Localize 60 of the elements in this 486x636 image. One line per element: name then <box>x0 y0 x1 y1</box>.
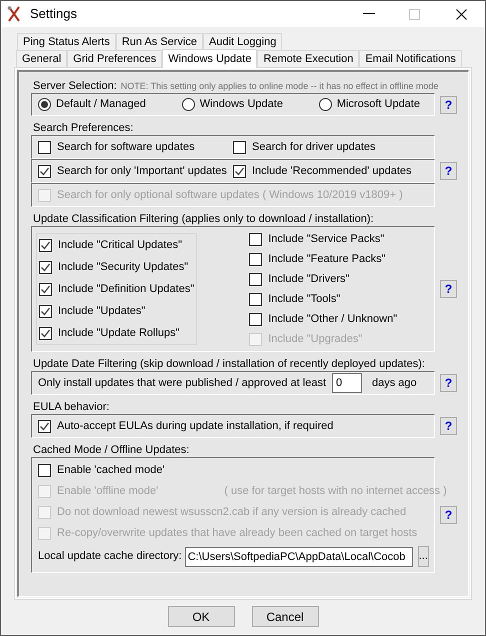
tab[interactable]: Windows Update <box>162 49 258 68</box>
help-button[interactable]: ? <box>440 417 457 435</box>
checkbox[interactable]: Include "Critical Updates" <box>39 237 182 253</box>
days-suffix: days ago <box>372 376 417 391</box>
checkbox[interactable]: Search for driver updates <box>233 139 376 155</box>
window-title: Settings <box>30 5 77 24</box>
section-heading: Search Preferences: <box>33 121 134 136</box>
help-button[interactable]: ? <box>440 506 457 524</box>
checkmark-icon <box>40 306 51 316</box>
minimize-icon[interactable] <box>363 13 375 15</box>
checkbox[interactable]: Include "Service Packs" <box>249 231 384 247</box>
section-heading: Update Date Filtering (skip download / installation of recently deployed updates): <box>33 357 425 372</box>
help-button[interactable]: ? <box>440 374 457 392</box>
checkmark-icon <box>234 166 245 176</box>
days-label: Only install updates that were published / approved at least <box>38 376 326 391</box>
close-icon[interactable] <box>456 8 467 20</box>
checkbox[interactable]: Include "Tools" <box>249 291 340 307</box>
section-note: NOTE: This setting only applies to online mode -- it has no effect in offline mode <box>120 80 438 93</box>
dialog-button[interactable]: Cancel <box>252 606 318 627</box>
checkbox[interactable]: Include "Definition Updates" <box>39 281 194 297</box>
tab[interactable]: Remote Execution <box>257 50 360 67</box>
checkbox[interactable]: Include 'Recommended' updates <box>233 163 412 179</box>
directory-label: Local update cache directory: <box>38 549 182 564</box>
radio-option[interactable]: Windows Update <box>182 96 283 113</box>
checkbox[interactable]: Include "Other / Unknown" <box>249 311 398 327</box>
tools-icon <box>7 6 21 22</box>
checkmark-icon <box>39 166 50 176</box>
tab[interactable]: General <box>16 50 68 67</box>
help-button[interactable]: ? <box>440 162 457 180</box>
radio-option[interactable]: Microsoft Update <box>318 96 420 113</box>
tab[interactable]: Grid Preferences <box>67 50 162 67</box>
section-heading: Server Selection: <box>33 79 117 94</box>
section-heading: Update Classification Filtering (applies only to download / installation): <box>33 212 374 227</box>
checkbox[interactable]: Include "Security Updates" <box>39 259 188 275</box>
tab[interactable]: Run As Service <box>116 33 204 50</box>
browse-button[interactable]: ... <box>418 546 429 567</box>
tab[interactable]: Ping Status Alerts <box>17 33 116 50</box>
checkmark-icon <box>40 284 51 294</box>
checkbox[interactable]: Search for software updates <box>38 139 195 155</box>
tab[interactable]: Audit Logging <box>203 33 282 50</box>
help-button[interactable]: ? <box>440 96 457 114</box>
checkbox[interactable]: Include "Feature Packs" <box>249 251 386 267</box>
section-heading: EULA behavior: <box>33 400 110 415</box>
checkmark-icon <box>39 420 50 432</box>
radio-option[interactable]: Default / Managed <box>38 96 146 113</box>
days-field[interactable]: 0 <box>332 373 362 393</box>
help-button[interactable]: ? <box>440 280 457 298</box>
section-heading: Cached Mode / Offline Updates: <box>33 443 190 458</box>
checkbox[interactable]: Include "Drivers" <box>249 271 350 287</box>
directory-field[interactable]: C:\Users\SoftpediaPC\AppData\Local\Cocob <box>184 546 413 566</box>
checkbox[interactable]: Enable 'cached mode' <box>38 462 165 478</box>
checkbox[interactable]: Auto-accept EULAs during update installation, if required <box>38 418 334 434</box>
checkmark-icon <box>40 328 51 338</box>
checkbox[interactable]: Include "Update Rollups" <box>39 325 180 341</box>
tab[interactable]: Email Notifications <box>359 50 462 67</box>
checkbox[interactable]: Search for only 'Important' updates <box>38 163 227 179</box>
checkmark-icon <box>40 240 51 250</box>
checkbox[interactable]: Include "Updates" <box>39 303 146 319</box>
checkmark-icon <box>40 262 51 272</box>
dialog-button[interactable]: OK <box>168 606 234 627</box>
